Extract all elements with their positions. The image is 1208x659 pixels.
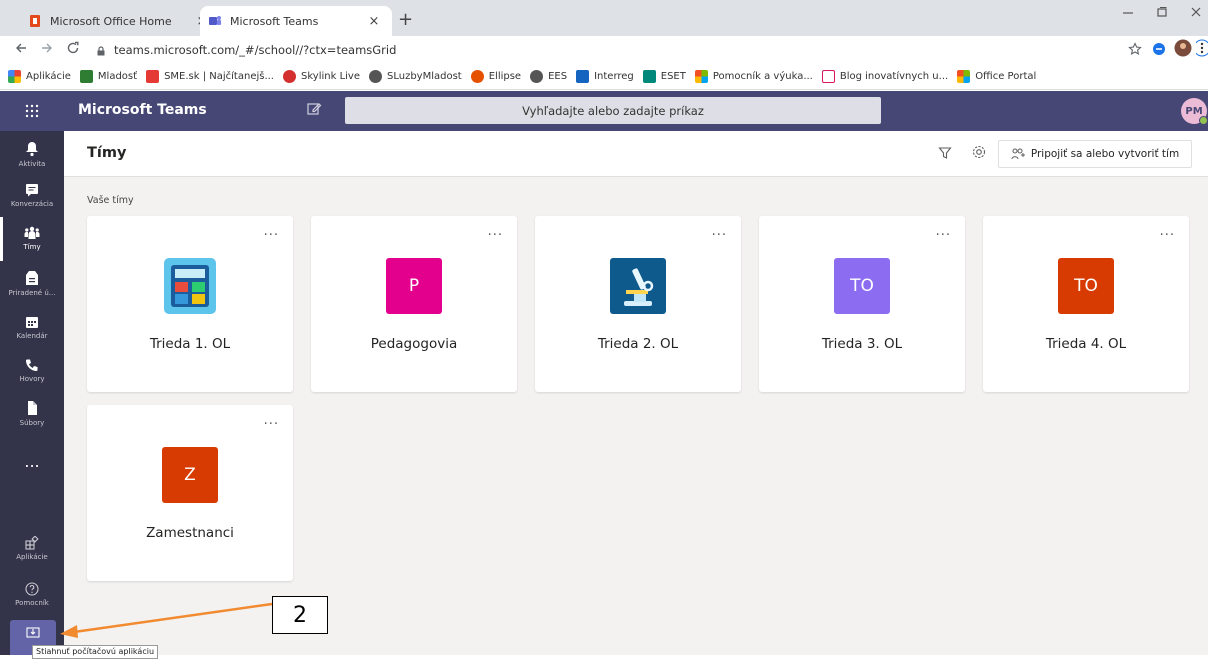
annotation-arrow [60, 602, 273, 638]
download-tooltip: Stiahnuť počítačovú aplikáciu [32, 645, 159, 659]
annotation-callout: 2 [272, 596, 328, 634]
